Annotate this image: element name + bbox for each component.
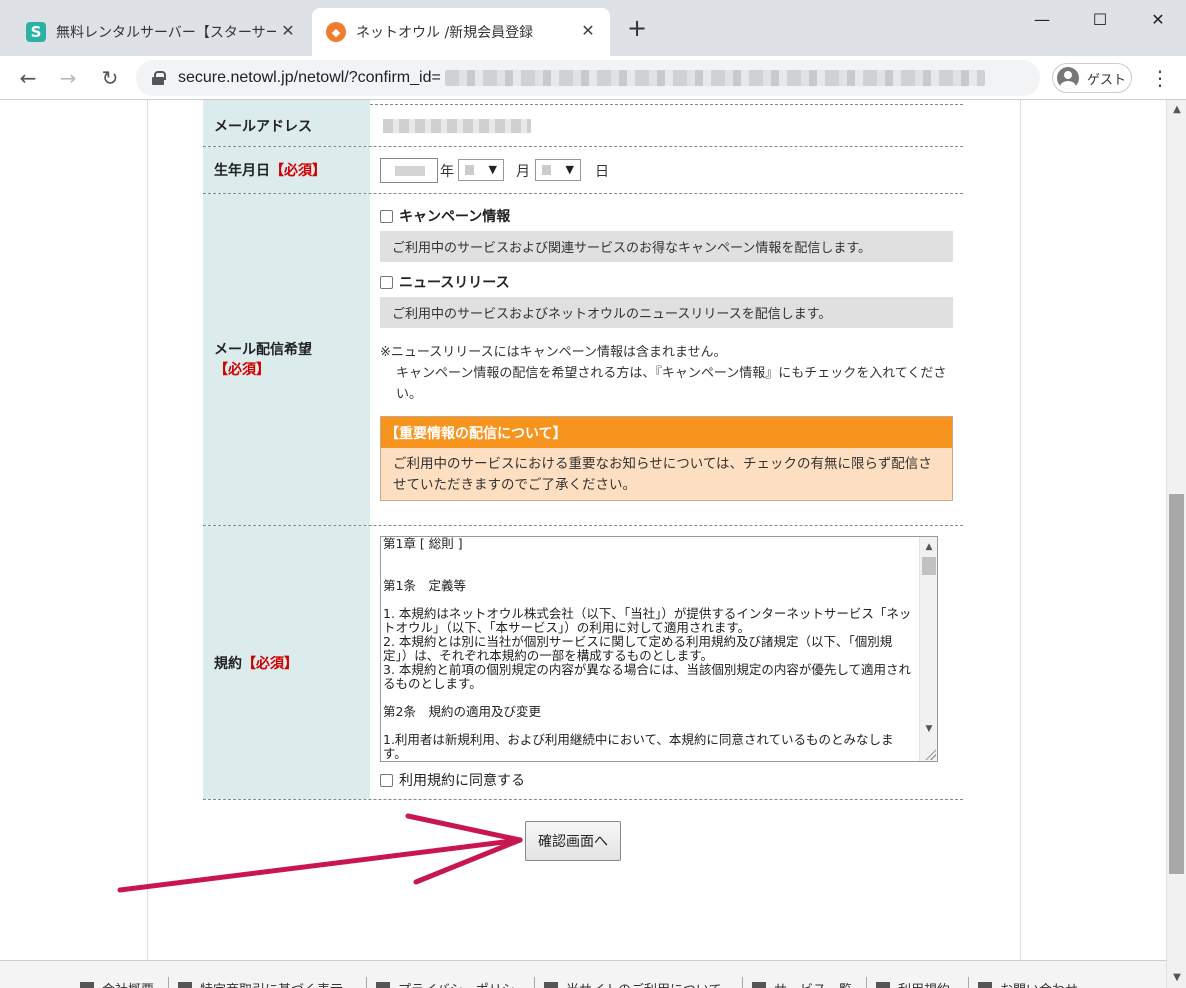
news-label: ニュースリリース	[399, 275, 510, 291]
news-description: ご利用中のサービスおよびネットオウルのニュースリリースを配信します。	[380, 297, 953, 328]
year-unit: 年	[440, 164, 454, 180]
note-line-2: キャンペーン情報の配信を希望される方は、『キャンペーン情報』にもチェックを入れて…	[396, 366, 947, 402]
minimize-button[interactable]: —	[1022, 6, 1062, 34]
url-text: secure.netowl.jp/netowl/?confirm_id=	[178, 69, 441, 86]
news-checkbox[interactable]	[380, 275, 393, 289]
month-unit: 月	[516, 164, 530, 180]
page-viewport: メールアドレス 生年月日 【必須】 年 ▼ 月 ▼ 日 メール配信希望 【必須】 …	[0, 100, 1166, 988]
important-info-box: 【重要情報の配信について】 ご利用中のサービスにおける重要なお知らせについては、…	[380, 416, 953, 501]
url-redacted	[444, 70, 985, 86]
campaign-checkbox[interactable]	[380, 209, 393, 223]
new-tab-button[interactable]: +	[622, 14, 652, 42]
forward-arrow-icon[interactable]: →	[54, 64, 82, 92]
footer-link-contact[interactable]: お問い合わせ	[978, 979, 1078, 988]
tab-starserver[interactable]: S 無料レンタルサーバー【スターサーバーフリー】 ✕	[12, 8, 310, 56]
starserver-icon: S	[26, 22, 46, 42]
newsletter-note: ※ニュースリリースにはキャンペーン情報は含まれません。 キャンペーン情報の配信を…	[380, 342, 953, 405]
agree-terms-label: 利用規約に同意する	[399, 773, 525, 789]
terms-scrollbar[interactable]: ▲ ▼	[919, 537, 937, 761]
footer-link-terms[interactable]: 利用規約	[876, 979, 950, 988]
lock-icon	[152, 71, 166, 85]
newsletter-row: メール配信希望 【必須】 キャンペーン情報 ご利用中のサービスおよび関連サービス…	[203, 194, 963, 526]
campaign-description: ご利用中のサービスおよび関連サービスのお得なキャンペーン情報を配信します。	[380, 231, 953, 262]
dob-label: 生年月日 【必須】	[203, 147, 370, 193]
scroll-thumb[interactable]	[1169, 494, 1184, 874]
back-arrow-icon[interactable]: ←	[14, 64, 42, 92]
footer-link-company[interactable]: 会社概要	[80, 979, 154, 988]
profile-button[interactable]: ゲスト	[1052, 63, 1132, 93]
footer-link-commerce[interactable]: 特定商取引に基づく表示	[178, 979, 343, 988]
close-icon[interactable]: ✕	[578, 21, 598, 40]
agree-terms-checkbox[interactable]	[380, 773, 393, 787]
news-option[interactable]: ニュースリリース	[380, 272, 510, 292]
agree-terms-option[interactable]: 利用規約に同意する	[380, 770, 525, 790]
page-scrollbar[interactable]: ▲ ▼	[1166, 100, 1186, 988]
terms-textarea[interactable]: 第1章 [ 総則 ] 第1条 定義等 1. 本規約はネットオウル株式会社（以下、…	[380, 536, 938, 762]
footer-link-privacy[interactable]: プライバシーポリシー	[376, 979, 528, 988]
email-row: メールアドレス	[203, 105, 963, 147]
important-info-title: 【重要情報の配信について】	[381, 417, 952, 448]
birth-month-select[interactable]: ▼	[458, 159, 504, 181]
browser-toolbar: ← → ↻ secure.netowl.jp/netowl/?confirm_i…	[0, 56, 1186, 100]
day-unit: 日	[595, 164, 609, 180]
terms-label: 規約 【必須】	[203, 526, 370, 799]
profile-label: ゲスト	[1087, 72, 1127, 88]
important-info-body: ご利用中のサービスにおける重要なお知らせについては、チェックの有無に限らず配信さ…	[393, 456, 932, 493]
footer-link-site-usage[interactable]: 当サイトのご利用について	[544, 979, 722, 988]
campaign-label: キャンペーン情報	[399, 209, 511, 225]
email-value-redacted	[383, 119, 531, 133]
campaign-option[interactable]: キャンペーン情報	[380, 206, 510, 226]
reload-icon[interactable]: ↻	[96, 64, 124, 92]
close-icon[interactable]: ✕	[278, 21, 298, 40]
tab-title: 無料レンタルサーバー【スターサーバーフリー】	[56, 25, 276, 41]
menu-icon[interactable]: ⋮	[1150, 64, 1170, 92]
confirm-button[interactable]: 確認画面へ	[525, 821, 621, 861]
footer-nav: 会社概要 特定商取引に基づく表示 プライバシーポリシー 当サイトのご利用について…	[0, 960, 1166, 988]
scroll-down-icon[interactable]: ▼	[920, 721, 937, 737]
tab-title: ネットオウル /新規会員登録	[356, 25, 534, 41]
email-label: メールアドレス	[203, 105, 370, 146]
scroll-down-icon[interactable]: ▼	[1167, 970, 1186, 986]
netowl-icon: ◆	[326, 22, 346, 42]
terms-text: 第1章 [ 総則 ] 第1条 定義等 1. 本規約はネットオウル株式会社（以下、…	[383, 536, 912, 761]
avatar-icon	[1057, 67, 1079, 89]
birth-day-select[interactable]: ▼	[535, 159, 581, 181]
tab-bar: S 無料レンタルサーバー【スターサーバーフリー】 ✕ ◆ ネットオウル /新規会…	[0, 0, 1186, 56]
newsletter-label: メール配信希望 【必須】	[203, 194, 370, 525]
scroll-up-icon[interactable]: ▲	[1167, 102, 1186, 118]
scroll-thumb[interactable]	[922, 557, 936, 575]
birth-year-input[interactable]	[380, 158, 438, 183]
address-bar[interactable]: secure.netowl.jp/netowl/?confirm_id=	[136, 60, 1040, 96]
scroll-up-icon[interactable]: ▲	[920, 539, 937, 555]
resize-grip-icon[interactable]	[924, 748, 936, 760]
maximize-button[interactable]: ☐	[1080, 6, 1120, 34]
terms-row: 規約 【必須】 第1章 [ 総則 ] 第1条 定義等 1. 本規約はネットオウル株…	[203, 526, 963, 800]
dob-row: 生年月日 【必須】 年 ▼ 月 ▼ 日	[203, 147, 963, 194]
close-window-button[interactable]: ✕	[1138, 6, 1178, 34]
tab-netowl[interactable]: ◆ ネットオウル /新規会員登録 ✕	[312, 8, 610, 56]
footer-link-services[interactable]: サービス一覧	[752, 979, 852, 988]
note-line-1: ※ニュースリリースにはキャンペーン情報は含まれません。	[380, 345, 727, 360]
